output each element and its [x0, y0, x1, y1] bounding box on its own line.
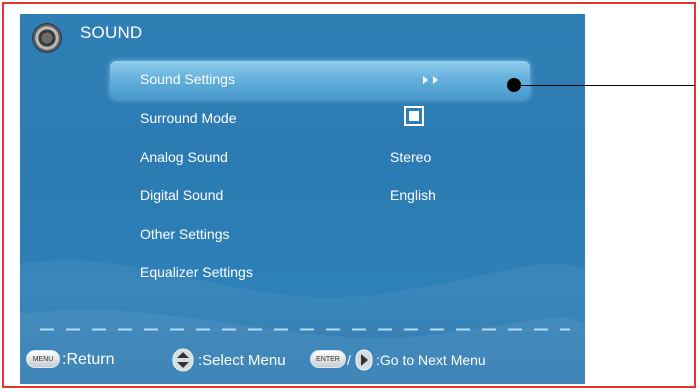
- menu-key-icon: MENU: [26, 350, 60, 368]
- menu-item-label: Equalizer Settings: [140, 264, 253, 280]
- double-arrow-right-icon: [423, 76, 438, 84]
- menu-item-sound-settings[interactable]: Sound Settings: [110, 61, 530, 99]
- enter-key-icon: ENTER: [310, 350, 346, 368]
- callout-line: [513, 85, 695, 86]
- next-menu-hint: :Go to Next Menu: [376, 352, 486, 368]
- right-arrow-key-icon: [355, 349, 373, 371]
- footer-hints: MENU :Return :Select Menu ENTER / :Go to…: [20, 348, 585, 376]
- select-menu-hint: :Select Menu: [198, 352, 286, 369]
- menu-item-label: Other Settings: [140, 226, 230, 242]
- menu-header: SOUND: [20, 14, 585, 56]
- menu-item-digital-sound[interactable]: Digital Sound English: [110, 177, 530, 215]
- menu-item-surround-mode[interactable]: Surround Mode: [110, 100, 530, 138]
- menu-item-analog-sound[interactable]: Analog Sound Stereo: [110, 139, 530, 177]
- menu-item-label: Surround Mode: [140, 110, 237, 126]
- menu-item-value: Stereo: [390, 149, 432, 165]
- menu-item-equalizer-settings[interactable]: Equalizer Settings: [110, 254, 530, 292]
- slash-separator: /: [347, 352, 351, 368]
- menu-item-value: English: [390, 187, 436, 203]
- return-hint: :Return: [62, 351, 115, 368]
- menu-item-label: Analog Sound: [140, 149, 228, 165]
- page-title: SOUND: [80, 23, 143, 42]
- up-down-arrow-icon: [172, 348, 194, 372]
- menu-item-label: Sound Settings: [140, 71, 235, 87]
- surround-checkbox[interactable]: [404, 106, 424, 126]
- osd-screen: SOUND Sound Settings Surround Mode Analo…: [20, 14, 585, 384]
- menu-item-other-settings[interactable]: Other Settings: [110, 216, 530, 254]
- dashed-divider: [40, 328, 570, 331]
- speaker-icon: [32, 23, 62, 53]
- callout-dot: [507, 78, 521, 92]
- menu-item-label: Digital Sound: [140, 187, 224, 203]
